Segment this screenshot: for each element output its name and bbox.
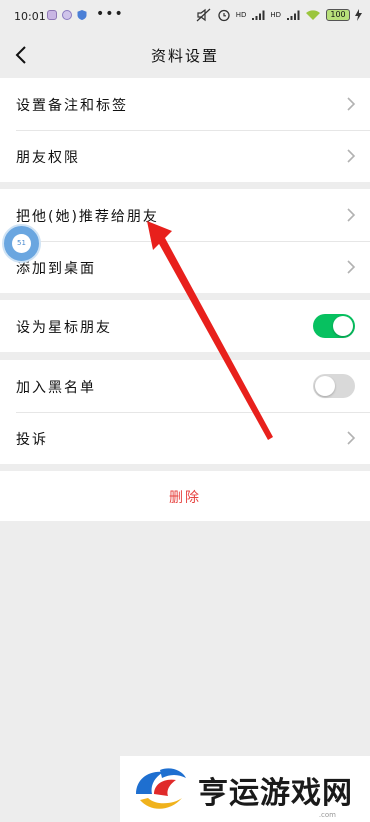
watermark-domain: .com xyxy=(318,811,336,819)
app-notification-icon xyxy=(47,10,57,20)
hd-label: HD xyxy=(235,10,247,19)
more-notifications-icon: ••• xyxy=(96,6,124,22)
watermark-text: 亨运游戏网 xyxy=(198,776,353,811)
toggle-knob xyxy=(333,316,353,336)
watermark-logo-icon xyxy=(136,768,186,809)
page-title: 资料设置 xyxy=(150,47,219,65)
row-star-friend: 设为星标朋友 xyxy=(0,300,370,352)
chevron-right-icon xyxy=(347,149,356,163)
nav-bar: 资料设置 xyxy=(0,32,370,78)
watermark: 亨运游戏网 .com xyxy=(120,756,370,822)
chevron-right-icon xyxy=(347,260,356,274)
row-add-to-blacklist: 加入黑名单 xyxy=(0,360,370,412)
row-label: 把他(她)推荐给朋友 xyxy=(16,209,159,225)
chevron-right-icon xyxy=(347,431,356,445)
row-label: 设为星标朋友 xyxy=(16,320,112,336)
row-label: 加入黑名单 xyxy=(16,380,96,396)
charging-icon xyxy=(355,9,362,21)
row-friend-permissions[interactable]: 朋友权限 xyxy=(0,130,370,182)
row-recommend-to-friend[interactable]: 把他(她)推荐给朋友 xyxy=(0,189,370,241)
delete-label: 删除 xyxy=(169,490,201,506)
alarm-icon xyxy=(218,9,230,22)
row-complain[interactable]: 投诉 xyxy=(0,412,370,464)
app-notification-icon-2 xyxy=(62,10,72,20)
settings-group-block: 加入黑名单 投诉 xyxy=(0,360,370,464)
wifi-icon xyxy=(306,10,320,20)
settings-group-remark: 设置备注和标签 朋友权限 xyxy=(0,78,370,182)
status-bar: 10:01 ••• HD HD 100 xyxy=(0,0,370,32)
mute-icon xyxy=(196,8,211,22)
settings-group-share: 把他(她)推荐给朋友 添加到桌面 xyxy=(0,189,370,293)
floating-ball-text: 51 xyxy=(12,234,31,253)
hd-label-2: HD xyxy=(270,10,281,19)
floating-assistant-button[interactable]: 51 xyxy=(2,224,41,263)
toggle-knob xyxy=(315,376,335,396)
status-icons: HD HD 100 xyxy=(196,8,362,22)
shield-icon xyxy=(77,10,87,20)
row-set-remark-and-tags[interactable]: 设置备注和标签 xyxy=(0,78,370,130)
settings-group-star: 设为星标朋友 xyxy=(0,300,370,352)
row-label: 设置备注和标签 xyxy=(16,98,128,114)
delete-button[interactable]: 删除 xyxy=(0,471,370,521)
star-friend-toggle[interactable] xyxy=(313,314,355,338)
chevron-right-icon xyxy=(347,97,356,111)
signal-icon xyxy=(252,10,265,20)
row-add-to-desktop[interactable]: 添加到桌面 xyxy=(0,241,370,293)
row-label: 朋友权限 xyxy=(16,150,80,166)
blacklist-toggle[interactable] xyxy=(313,374,355,398)
signal-icon-2 xyxy=(287,10,300,20)
battery-icon: 100 xyxy=(326,9,350,21)
status-time: 10:01 xyxy=(14,10,46,23)
row-label: 投诉 xyxy=(16,432,48,448)
chevron-right-icon xyxy=(347,208,356,222)
